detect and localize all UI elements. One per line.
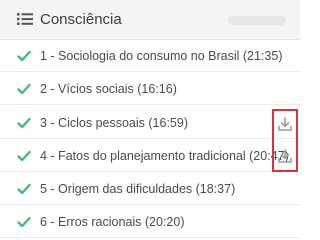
lesson-label: 3 - Ciclos pessoais (16:59) <box>40 116 188 130</box>
lesson-label: 2 - Vícios sociais (16:16) <box>40 82 177 96</box>
module-title: Consciência <box>40 11 122 28</box>
check-icon <box>17 83 31 95</box>
download-highlight-box <box>272 109 298 172</box>
lesson-label: 6 - Erros racionais (20:20) <box>40 215 185 229</box>
lesson-label: 4 - Fatos do planejamento tradicional (2… <box>40 149 289 163</box>
lesson-item-4[interactable]: 4 - Fatos do planejamento tradicional (2… <box>0 140 300 172</box>
check-icon <box>17 50 31 62</box>
module-header[interactable]: Consciência <box>0 0 300 40</box>
progress-placeholder <box>228 16 286 25</box>
lesson-item-6[interactable]: 6 - Erros racionais (20:20) <box>0 206 300 238</box>
list-icon <box>17 13 33 25</box>
check-icon <box>17 117 31 129</box>
lesson-item-3[interactable]: 3 - Ciclos pessoais (16:59) <box>0 107 300 139</box>
lesson-item-2[interactable]: 2 - Vícios sociais (16:16) <box>0 73 300 105</box>
lesson-panel: Consciência 1 - Sociologia do consumo no… <box>0 0 300 238</box>
lesson-label: 1 - Sociologia do consumo no Brasil (21:… <box>40 49 283 63</box>
lesson-item-5[interactable]: 5 - Origem das dificuldades (18:37) <box>0 173 300 205</box>
check-icon <box>17 216 31 228</box>
check-icon <box>17 183 31 195</box>
lesson-item-1[interactable]: 1 - Sociologia do consumo no Brasil (21:… <box>0 40 300 72</box>
check-icon <box>17 150 31 162</box>
lesson-label: 5 - Origem das dificuldades (18:37) <box>40 182 236 196</box>
